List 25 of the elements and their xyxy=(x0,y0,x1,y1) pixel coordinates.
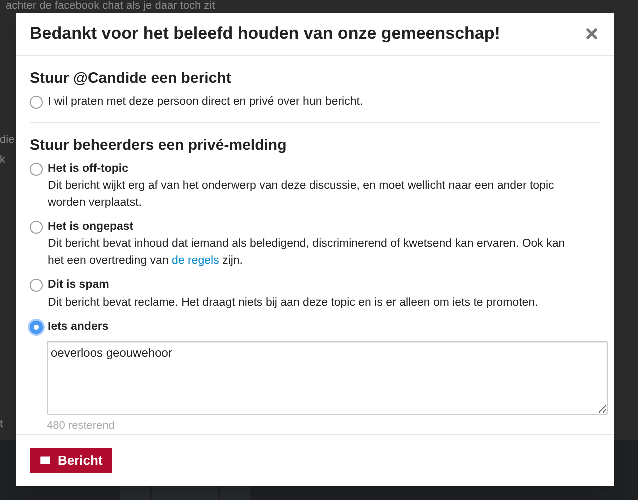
option-label: Dit is spam xyxy=(48,278,110,294)
background-text: die xyxy=(0,133,15,147)
background-text: k xyxy=(0,153,6,167)
option-label: Iets anders xyxy=(48,320,109,334)
close-icon[interactable] xyxy=(584,26,600,42)
option-label: Het is ongepast xyxy=(48,220,135,235)
background-text: t xyxy=(0,417,4,431)
radio-button[interactable] xyxy=(30,320,43,334)
rules-link[interactable]: de regels xyxy=(172,255,220,268)
radio-button[interactable] xyxy=(30,96,43,109)
character-counter: 480 resterend xyxy=(47,418,116,434)
option-description: Dit bericht bevat reclame. Het draagt niets bij aan deze topic en is er alleen om iets te promoten. xyxy=(48,296,540,310)
background-text: achter de facebook chat als je daar toch zit xyxy=(5,0,216,13)
section-heading: Stuur beheerders een privé-melding xyxy=(30,136,288,156)
section-heading: Stuur @Candide een bericht xyxy=(30,68,232,88)
radio-button[interactable] xyxy=(30,279,43,292)
option-label: Het is off-topic xyxy=(48,162,130,177)
radio-button[interactable] xyxy=(30,221,43,234)
option-label: I wil praten met deze persoon direct en privé over hun bericht. xyxy=(48,95,364,110)
option-description: Dit bericht bevat inhoud dat iemand als beledigend, discriminerend of kwetsend kan ervaren. Ook kan het een overtreding van de regels zijn. xyxy=(48,237,566,270)
option-description: Dit bericht wijkt erg af van het onderwerp van deze discussie, en moet wellicht naar een ander topic worden verplaatst. xyxy=(48,179,556,211)
radio-button[interactable] xyxy=(30,162,43,176)
submit-button[interactable]: Bericht xyxy=(30,448,112,474)
modal-title: Bedankt voor het beleefd houden van onze gemeenschap! xyxy=(30,23,500,45)
message-textarea[interactable]: oeverloos geouwehoor xyxy=(47,340,608,415)
